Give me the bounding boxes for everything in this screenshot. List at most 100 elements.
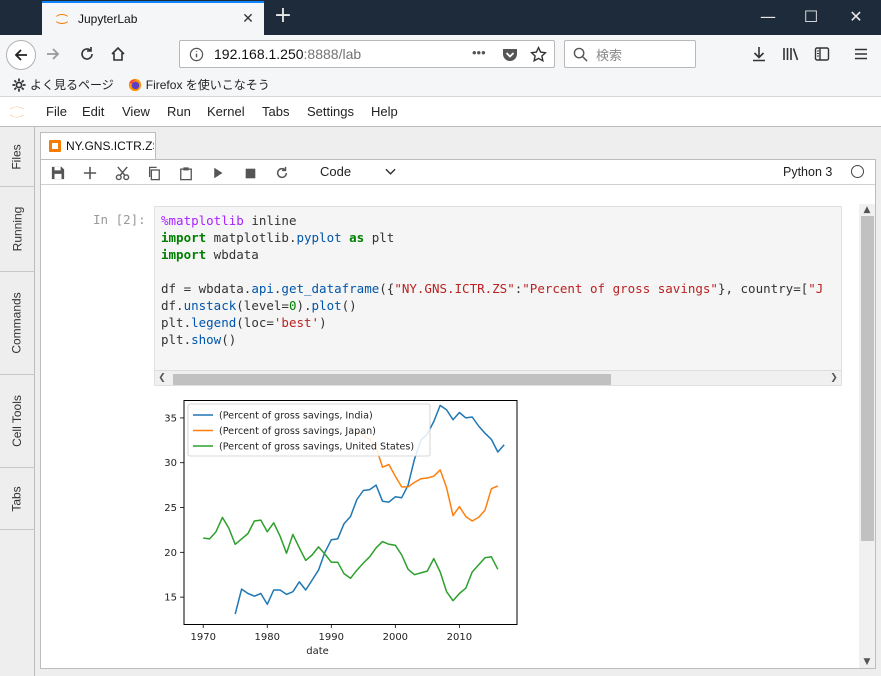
paste-button[interactable] — [177, 164, 195, 182]
menu-view[interactable]: View — [122, 104, 150, 119]
output-plot: 1970 1980 1990 2000 2010 15 20 25 30 35 date (Perce… — [154, 400, 554, 662]
forward-button[interactable] — [40, 41, 66, 67]
sidebar-tab-tabs[interactable]: Tabs — [0, 468, 34, 530]
bookmark-most-visited[interactable]: よく見るページ — [12, 76, 114, 93]
code-line: plt.show() — [161, 332, 237, 347]
home-button[interactable] — [105, 41, 131, 67]
close-window-icon[interactable]: ✕ — [841, 5, 871, 29]
menu-help[interactable]: Help — [371, 104, 398, 119]
copy-button[interactable] — [145, 164, 163, 182]
run-cell-button[interactable] — [209, 164, 227, 182]
sidebar-tab-running[interactable]: Running — [0, 187, 34, 272]
sidebar-tab-cell-tools[interactable]: Cell Tools — [0, 375, 34, 468]
code-line: import wbdata — [161, 247, 259, 262]
bookmark-label: よく見るページ — [30, 78, 114, 92]
line-chart: 1970 1980 1990 2000 2010 15 20 25 30 35 date (Perce… — [164, 400, 518, 657]
vertical-scrollbar[interactable]: ▲ ▼ — [859, 204, 875, 668]
scroll-down-icon[interactable]: ▼ — [859, 656, 875, 668]
url-path: :8888/lab — [303, 46, 362, 62]
menu-file[interactable]: File — [46, 104, 67, 119]
hamburger-icon — [855, 48, 867, 60]
cell-type-select[interactable]: Code — [320, 164, 351, 179]
menu-kernel[interactable]: Kernel — [207, 104, 245, 119]
restart-icon — [276, 166, 288, 179]
menu-edit[interactable]: Edit — [82, 104, 104, 119]
menu-tabs[interactable]: Tabs — [262, 104, 289, 119]
main-dock-area: NY.GNS.ICTR.ZS Code Python 3 In [2]: %ma… — [35, 127, 881, 676]
jupyter-logo-icon — [10, 106, 24, 118]
bookmark-firefox-tips[interactable]: Firefox を使いこなそう — [128, 76, 270, 93]
horizontal-scrollbar[interactable]: ❮ ❯ — [155, 370, 841, 385]
browser-tab-title: JupyterLab — [78, 12, 138, 26]
cut-button[interactable] — [113, 164, 131, 182]
input-prompt: In [2]: — [93, 212, 146, 227]
code-cell-editor[interactable]: %matplotlib inline import matplotlib.pyp… — [154, 206, 842, 386]
code-line: import matplotlib.pyplot as plt — [161, 230, 395, 245]
notebook-tab[interactable]: NY.GNS.ICTR.ZS — [40, 132, 156, 159]
x-tick-label: 2010 — [447, 632, 472, 643]
scissors-icon — [115, 165, 129, 180]
close-tab-icon[interactable]: ✕ — [240, 11, 256, 27]
scroll-left-icon[interactable]: ❮ — [155, 371, 169, 385]
downloads-button[interactable] — [746, 41, 772, 67]
vertical-scroll-thumb[interactable] — [861, 216, 874, 541]
minimize-window-icon[interactable]: — — [753, 5, 783, 29]
download-icon — [753, 47, 765, 62]
bookmark-star-icon[interactable] — [530, 46, 547, 63]
code-content[interactable]: %matplotlib inline import matplotlib.pyp… — [161, 212, 823, 348]
horizontal-scroll-thumb[interactable] — [173, 374, 611, 385]
scroll-up-icon[interactable]: ▲ — [859, 204, 875, 216]
y-tick-label: 30 — [164, 458, 177, 469]
sidebar-toggle-button[interactable] — [809, 41, 835, 67]
y-tick-label: 20 — [164, 548, 177, 559]
legend-label: (Percent of gross savings, Japan) — [219, 426, 376, 437]
notebook-tab-label: NY.GNS.ICTR.ZS — [66, 139, 154, 153]
sidebar-tab-files[interactable]: Files — [0, 127, 34, 187]
restart-kernel-button[interactable] — [273, 164, 291, 182]
x-tick-label: 2000 — [383, 632, 408, 643]
pocket-icon[interactable] — [502, 47, 518, 62]
bookmark-label: Firefox を使いこなそう — [145, 78, 270, 92]
firefox-logo-icon — [128, 78, 141, 91]
browser-titlebar: JupyterLab ✕ + — ☐ ✕ — [0, 0, 881, 35]
sidebar-tab-label: Cell Tools — [10, 395, 24, 447]
notebook-icon — [49, 140, 61, 152]
play-icon — [214, 167, 223, 179]
x-tick-label: 1990 — [319, 632, 344, 643]
kernel-name[interactable]: Python 3 — [783, 165, 832, 179]
save-icon — [51, 166, 65, 180]
open-menu-button[interactable] — [848, 41, 874, 67]
maximize-window-icon[interactable]: ☐ — [796, 5, 826, 29]
left-sidebar: Files Running Commands Cell Tools Tabs — [0, 127, 35, 676]
chevron-down-icon[interactable] — [385, 168, 396, 176]
new-tab-button[interactable]: + — [272, 5, 294, 28]
interrupt-kernel-button[interactable] — [241, 164, 259, 182]
sidebar-icon — [814, 47, 830, 61]
library-button[interactable] — [778, 41, 804, 67]
code-line: plt.legend(loc='best') — [161, 315, 327, 330]
y-tick-label: 25 — [164, 503, 177, 514]
browser-tab-jupyterlab[interactable]: JupyterLab ✕ — [42, 1, 264, 35]
page-actions-button[interactable]: ••• — [472, 45, 486, 60]
sidebar-tab-label: Running — [10, 206, 25, 252]
code-line: %matplotlib inline — [161, 213, 297, 228]
copy-icon — [148, 166, 160, 180]
jupyter-favicon-icon — [56, 14, 68, 24]
url-bar[interactable]: 192.168.1.250:8888/lab ••• — [179, 40, 555, 68]
menu-settings[interactable]: Settings — [307, 104, 354, 119]
reload-button[interactable] — [74, 41, 100, 67]
sidebar-tab-label: Commands — [10, 292, 25, 354]
kernel-status-idle-icon — [851, 165, 864, 178]
menu-run[interactable]: Run — [167, 104, 191, 119]
save-button[interactable] — [49, 164, 67, 182]
search-placeholder: 検索 — [596, 48, 623, 64]
bookmarks-toolbar: よく見るページ Firefox を使いこなそう — [0, 73, 881, 97]
search-field[interactable]: 検索 — [564, 40, 696, 68]
scroll-right-icon[interactable]: ❯ — [827, 371, 841, 385]
back-button[interactable] — [6, 40, 36, 70]
notebook-panel: Code Python 3 In [2]: %matplotlib inline… — [40, 159, 876, 669]
insert-cell-button[interactable] — [81, 164, 99, 182]
gear-icon — [12, 77, 26, 92]
arrow-right-icon — [47, 48, 60, 60]
sidebar-tab-commands[interactable]: Commands — [0, 272, 34, 375]
